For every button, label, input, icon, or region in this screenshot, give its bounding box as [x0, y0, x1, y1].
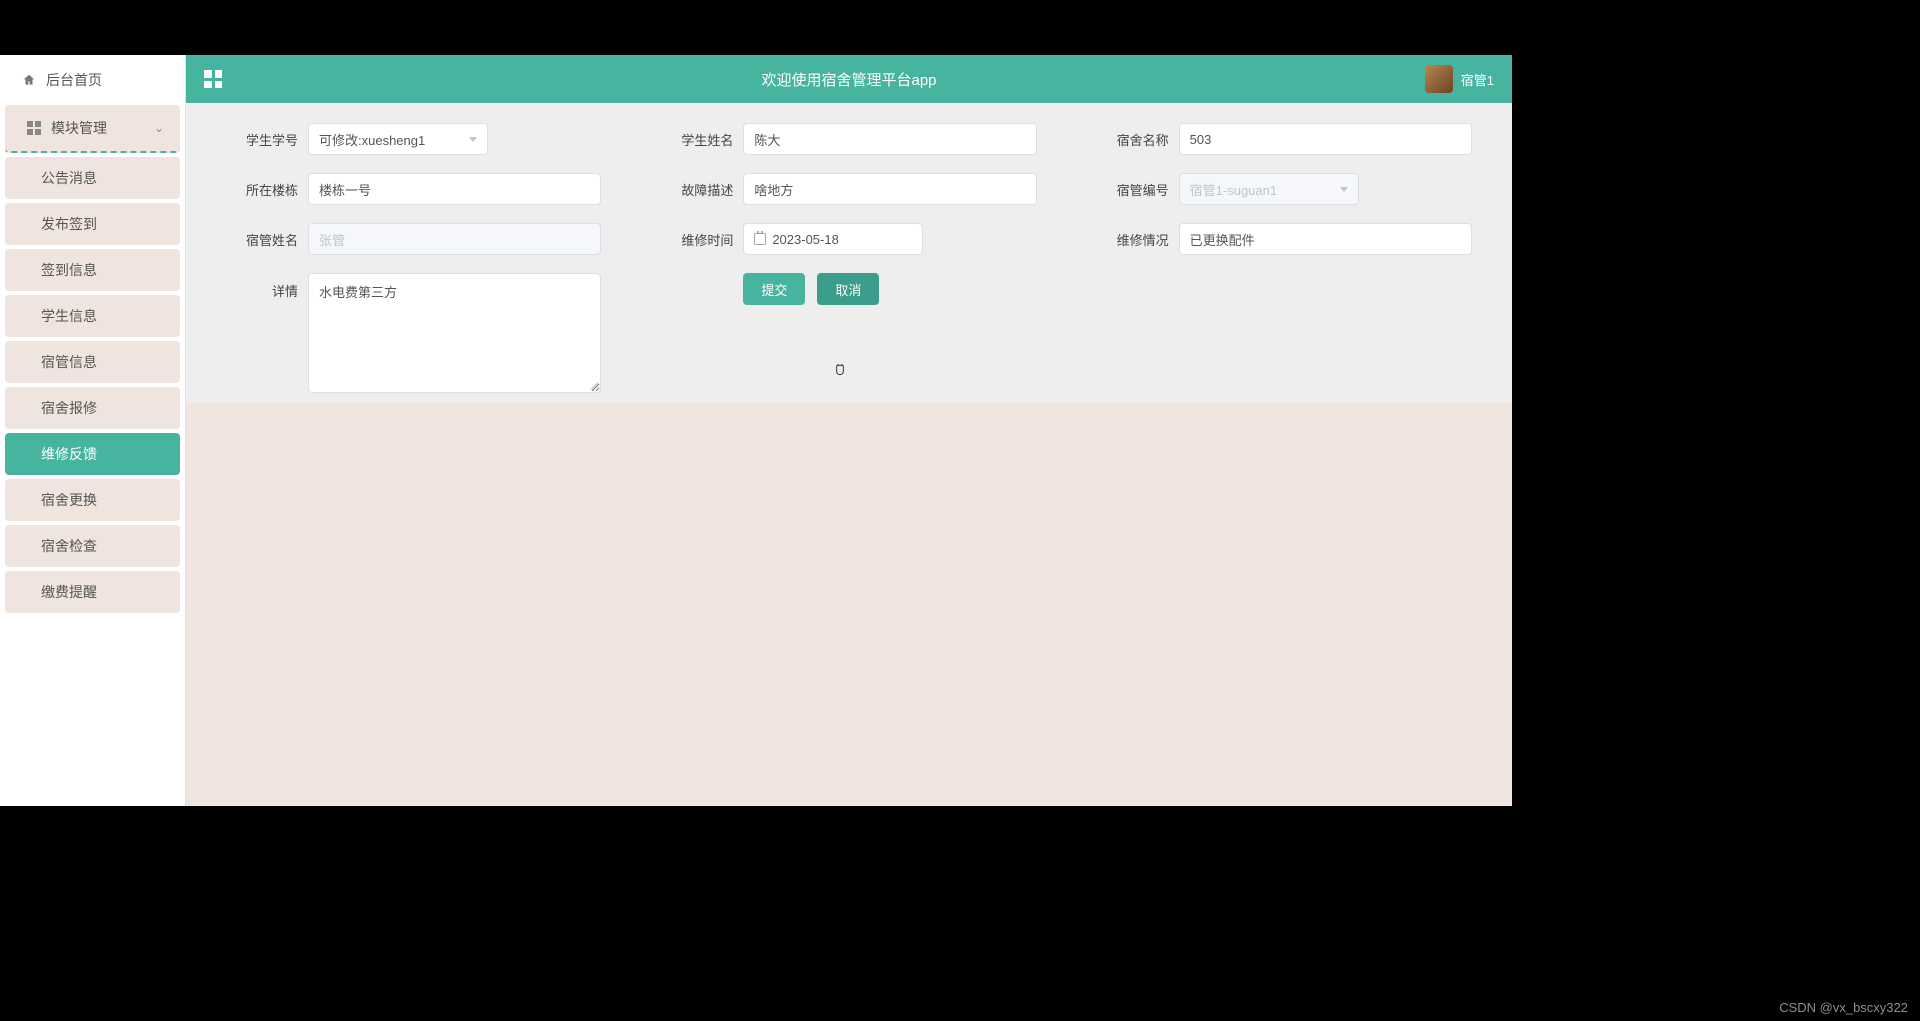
sidebar: 后台首页 模块管理 ⌄ 公告消息 发布签到 签到信息 学生信息 宿管信息 宿舍报… [0, 55, 186, 806]
label-fault-desc: 故障描述 [661, 180, 733, 199]
label-student-name: 学生姓名 [661, 130, 733, 149]
page-title: 欢迎使用宿舍管理平台app [761, 69, 936, 90]
input-repair-status[interactable]: 已更换配件 [1179, 223, 1472, 255]
home-icon [22, 73, 36, 87]
form-panel: 学生学号 可修改:xuesheng1 学生姓名 陈大 宿舍名称 503 所在楼栋… [186, 103, 1512, 403]
label-manager-name: 宿管姓名 [226, 230, 298, 249]
sidebar-item-publish-signin[interactable]: 发布签到 [5, 203, 180, 245]
sidebar-group-label: 模块管理 [51, 118, 107, 138]
sidebar-home[interactable]: 后台首页 [0, 55, 185, 105]
avatar [1425, 65, 1453, 93]
app-container: 后台首页 模块管理 ⌄ 公告消息 发布签到 签到信息 学生信息 宿管信息 宿舍报… [0, 55, 1512, 806]
sidebar-item-dorm-change[interactable]: 宿舍更换 [5, 479, 180, 521]
sidebar-home-label: 后台首页 [46, 70, 102, 90]
field-dorm-name: 宿舍名称 503 [1097, 123, 1472, 155]
input-repair-time[interactable]: 2023-05-18 [743, 223, 923, 255]
main: 欢迎使用宿舍管理平台app 宿管1 学生学号 可修改:xuesheng1 学生姓… [186, 55, 1512, 806]
select-manager-no[interactable]: 宿管1-suguan1 [1179, 173, 1359, 205]
topbar: 欢迎使用宿舍管理平台app 宿管1 [186, 55, 1512, 103]
select-student-id[interactable]: 可修改:xuesheng1 [308, 123, 488, 155]
username: 宿管1 [1461, 70, 1494, 89]
sidebar-item-list: 公告消息 发布签到 签到信息 学生信息 宿管信息 宿舍报修 维修反馈 宿舍更换 … [0, 157, 185, 613]
sidebar-group-modules[interactable]: 模块管理 ⌄ [5, 105, 180, 153]
field-fault-desc: 故障描述 啥地方 [661, 173, 1036, 205]
label-building: 所在楼栋 [226, 180, 298, 199]
calendar-icon [754, 233, 766, 245]
menu-toggle-icon[interactable] [204, 70, 222, 88]
input-dorm-name[interactable]: 503 [1179, 123, 1472, 155]
input-manager-name[interactable]: 张管 [308, 223, 601, 255]
label-detail: 详情 [226, 273, 298, 300]
field-repair-time: 维修时间 2023-05-18 [661, 223, 1036, 255]
sidebar-item-signin-info[interactable]: 签到信息 [5, 249, 180, 291]
sidebar-item-dorm-repair[interactable]: 宿舍报修 [5, 387, 180, 429]
sidebar-item-dorm-check[interactable]: 宿舍检查 [5, 525, 180, 567]
label-dorm-name: 宿舍名称 [1097, 130, 1169, 149]
field-detail: 详情 水电费第三方 [226, 273, 601, 393]
label-repair-status: 维修情况 [1097, 230, 1169, 249]
field-building: 所在楼栋 楼栋一号 [226, 173, 601, 205]
grid-icon [27, 121, 41, 135]
sidebar-item-repair-feedback[interactable]: 维修反馈 [5, 433, 180, 475]
input-fault-desc[interactable]: 啥地方 [743, 173, 1036, 205]
content-background [186, 403, 1512, 806]
submit-button[interactable]: 提交 [743, 273, 805, 305]
sidebar-item-manager-info[interactable]: 宿管信息 [5, 341, 180, 383]
input-student-name[interactable]: 陈大 [743, 123, 1036, 155]
field-student-id: 学生学号 可修改:xuesheng1 [226, 123, 601, 155]
button-row: 提交 取消 [661, 273, 1036, 393]
user-area[interactable]: 宿管1 [1425, 65, 1494, 93]
cancel-button[interactable]: 取消 [817, 273, 879, 305]
label-student-id: 学生学号 [226, 130, 298, 149]
input-building[interactable]: 楼栋一号 [308, 173, 601, 205]
sidebar-item-fee-reminder[interactable]: 缴费提醒 [5, 571, 180, 613]
textarea-detail[interactable]: 水电费第三方 [308, 273, 601, 393]
label-manager-no: 宿管编号 [1097, 180, 1169, 199]
watermark: CSDN @vx_bscxy322 [1779, 1000, 1908, 1015]
field-manager-no: 宿管编号 宿管1-suguan1 [1097, 173, 1472, 205]
sidebar-item-student-info[interactable]: 学生信息 [5, 295, 180, 337]
field-student-name: 学生姓名 陈大 [661, 123, 1036, 155]
label-repair-time: 维修时间 [661, 230, 733, 249]
field-repair-status: 维修情况 已更换配件 [1097, 223, 1472, 255]
field-manager-name: 宿管姓名 张管 [226, 223, 601, 255]
chevron-down-icon: ⌄ [154, 121, 164, 135]
sidebar-item-announcement[interactable]: 公告消息 [5, 157, 180, 199]
